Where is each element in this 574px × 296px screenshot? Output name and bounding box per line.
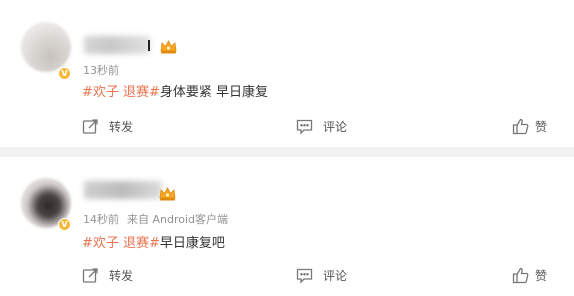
repost-label: 转发 bbox=[109, 269, 134, 283]
username-blurred[interactable] bbox=[84, 36, 150, 54]
post-time[interactable]: 14秒前 bbox=[83, 213, 119, 226]
share-arrow-icon bbox=[82, 119, 98, 134]
comment-icon bbox=[296, 268, 313, 284]
post-text: #欢子 退赛#身体要紧 早日康复 bbox=[82, 81, 268, 100]
username-cursor bbox=[148, 40, 150, 51]
like-label: 赞 bbox=[535, 269, 548, 283]
action-bar: 转发 评论 赞 bbox=[0, 267, 574, 287]
comment-button[interactable]: 评论 bbox=[296, 118, 347, 135]
verified-badge-icon: V bbox=[58, 218, 71, 231]
comment-label: 评论 bbox=[323, 120, 348, 134]
crown-icon bbox=[159, 187, 176, 201]
post-time[interactable]: 13秒前 bbox=[83, 64, 119, 77]
thumbs-up-icon bbox=[512, 118, 529, 135]
post-body: 早日康复吧 bbox=[159, 236, 225, 251]
verified-badge-icon: V bbox=[58, 67, 71, 80]
like-label: 赞 bbox=[535, 120, 548, 134]
post-text: #欢子 退赛#早日康复吧 bbox=[82, 232, 225, 251]
crown-icon bbox=[160, 40, 177, 54]
post-meta: 13秒前 bbox=[83, 62, 127, 78]
repost-button[interactable]: 转发 bbox=[82, 118, 133, 135]
post-body: 身体要紧 早日康复 bbox=[159, 85, 269, 100]
avatar[interactable] bbox=[21, 22, 71, 72]
share-arrow-icon bbox=[82, 268, 98, 283]
hashtag-link[interactable]: #欢子 退赛# bbox=[82, 85, 160, 100]
like-button[interactable]: 赞 bbox=[512, 118, 547, 135]
hashtag-link[interactable]: #欢子 退赛# bbox=[82, 236, 160, 251]
post-card: V 14秒前来自 Android客户端 #欢子 退赛#早日康复吧 转发 评论 bbox=[0, 157, 574, 296]
repost-button[interactable]: 转发 bbox=[82, 267, 133, 284]
thumbs-up-icon bbox=[512, 267, 529, 284]
username-blurred[interactable] bbox=[84, 181, 162, 199]
repost-label: 转发 bbox=[109, 120, 134, 134]
comment-label: 评论 bbox=[323, 269, 348, 283]
post-meta: 14秒前 来自 Android客户端 bbox=[83, 211, 228, 227]
comment-button[interactable]: 评论 bbox=[296, 267, 347, 284]
post-source: 来自 Android客户端 bbox=[127, 213, 229, 226]
comment-icon bbox=[296, 119, 313, 135]
like-button[interactable]: 赞 bbox=[512, 267, 547, 284]
action-bar: 转发 评论 赞 bbox=[0, 118, 574, 138]
post-card: V 13秒前 #欢子 退赛#身体要紧 早日康复 转发 评论 赞 bbox=[0, 0, 574, 147]
